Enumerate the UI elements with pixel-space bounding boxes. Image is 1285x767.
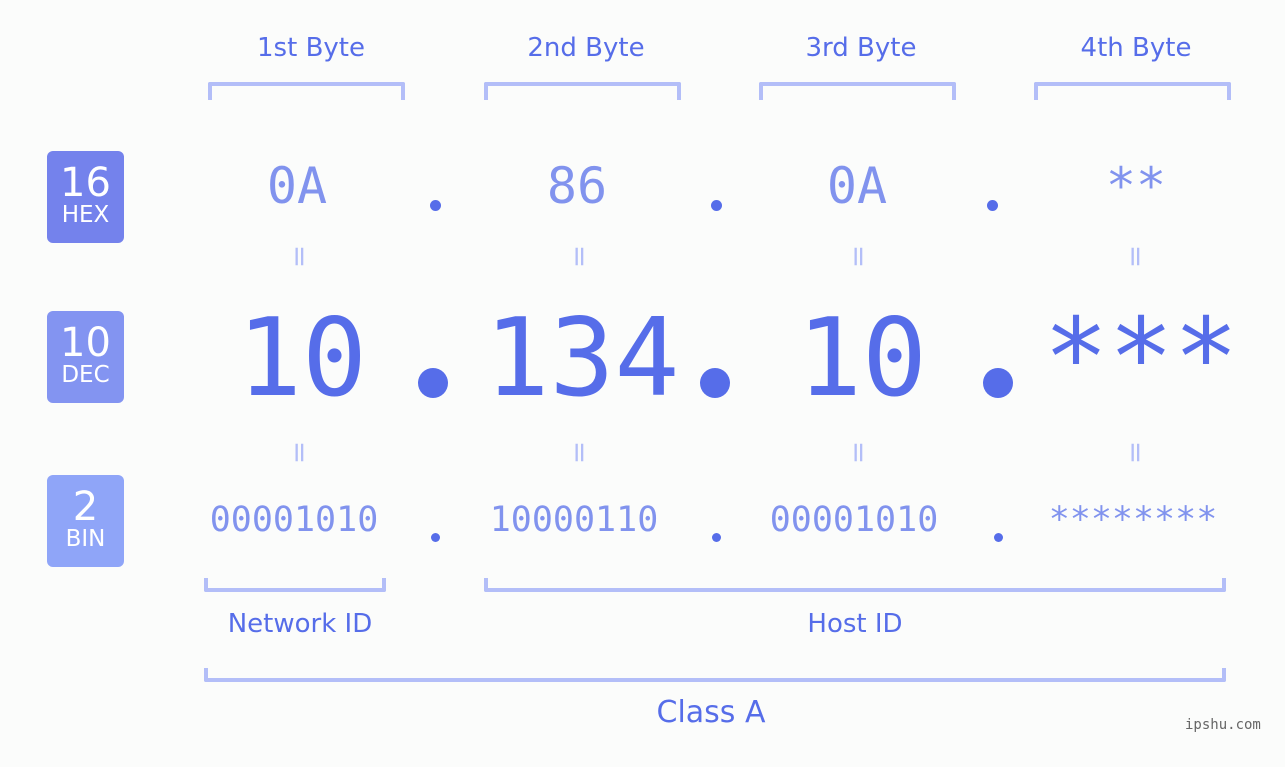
class-bracket [204,668,1226,682]
dec-dot-3 [983,368,1013,398]
network-id-bracket [204,578,386,592]
hex-byte-2: 86 [546,157,608,215]
hex-byte-3: 0A [826,157,888,215]
dec-byte-2: 134 [484,296,680,421]
bin-byte-3: 00001010 [769,500,939,540]
bin-dot-1 [431,533,440,542]
bin-dot-2 [712,533,721,542]
host-id-bracket [484,578,1226,592]
host-id-label: Host ID [807,609,903,639]
dec-base: 10 [60,320,111,366]
dec-byte-1: 10 [236,296,368,421]
bin-byte-2: 10000110 [489,500,659,540]
hex-label: HEX [61,202,110,228]
hex-base: 16 [60,160,111,206]
byte-header-3: 3rd Byte [805,33,917,63]
bin-dot-3 [994,533,1003,542]
hex-byte-1: 0A [266,157,328,215]
dec-dot-1 [418,368,448,398]
equals-icon: = [1119,244,1153,269]
equals-icon: = [842,440,876,465]
dec-byte-4: *** [1043,296,1239,421]
equals-icon: = [283,244,317,269]
hex-dot-3 [987,200,998,211]
bin-byte-4: ******** [1048,500,1218,540]
byte-3-bracket [759,82,956,100]
byte-2-bracket [484,82,681,100]
equals-icon: = [1119,440,1153,465]
watermark: ipshu.com [1185,717,1261,733]
byte-header-4: 4th Byte [1080,33,1192,63]
equals-icon: = [563,440,597,465]
class-label: Class A [656,695,766,730]
equals-icon: = [283,440,317,465]
bin-badge: 2 BIN [47,475,124,567]
hex-dot-2 [711,200,722,211]
hex-dot-1 [430,200,441,211]
equals-icon: = [842,244,876,269]
byte-header-1: 1st Byte [257,33,365,63]
dec-label: DEC [61,362,110,388]
dec-badge: 10 DEC [47,311,124,403]
equals-icon: = [563,244,597,269]
dec-dot-2 [700,368,730,398]
byte-header-2: 2nd Byte [527,33,645,63]
bin-base: 2 [72,484,99,530]
bin-label: BIN [65,526,106,552]
hex-badge: 16 HEX [47,151,124,243]
hex-byte-4: ** [1105,157,1167,215]
byte-4-bracket [1034,82,1231,100]
bin-byte-1: 00001010 [209,500,379,540]
network-id-label: Network ID [227,609,373,639]
byte-1-bracket [208,82,405,100]
dec-byte-3: 10 [796,296,928,421]
